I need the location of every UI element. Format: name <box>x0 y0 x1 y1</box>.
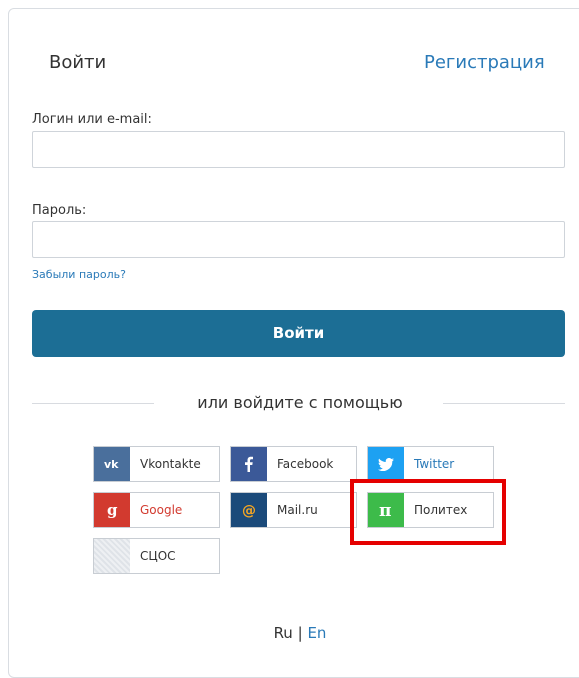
lang-ru[interactable]: Ru <box>274 624 293 642</box>
tab-register[interactable]: Регистрация <box>424 52 545 73</box>
facebook-icon <box>231 447 267 481</box>
scos-label: СЦОС <box>140 549 176 563</box>
login-input[interactable] <box>32 131 565 168</box>
google-button[interactable]: g Google <box>93 492 220 528</box>
twitter-button[interactable]: Twitter <box>367 446 494 482</box>
password-label: Пароль: <box>32 203 87 218</box>
mailru-label: Mail.ru <box>277 503 318 517</box>
login-label: Логин или e-mail: <box>32 112 152 127</box>
scos-icon <box>94 539 130 573</box>
lang-separator: | <box>297 624 303 642</box>
scos-button[interactable]: СЦОС <box>93 538 220 574</box>
svg-text:g: g <box>107 502 118 518</box>
svg-text:@: @ <box>242 503 256 518</box>
vk-icon: vk <box>94 447 130 481</box>
vkontakte-label: Vkontakte <box>140 457 201 471</box>
forgot-password-link[interactable]: Забыли пароль? <box>32 268 126 281</box>
highlight-box <box>350 479 506 545</box>
mailru-button[interactable]: @ Mail.ru <box>230 492 357 528</box>
vkontakte-button[interactable]: vk Vkontakte <box>93 446 220 482</box>
facebook-label: Facebook <box>277 457 334 471</box>
tab-login[interactable]: Войти <box>49 52 106 73</box>
google-icon: g <box>94 493 130 527</box>
login-button[interactable]: Войти <box>32 310 565 357</box>
social-login-heading: или войдите с помощью <box>197 393 403 412</box>
twitter-label: Twitter <box>414 457 455 471</box>
google-label: Google <box>140 503 183 517</box>
facebook-button[interactable]: Facebook <box>230 446 357 482</box>
twitter-icon <box>368 447 404 481</box>
language-switcher: Ru | En <box>0 624 579 642</box>
svg-text:vk: vk <box>104 458 119 470</box>
lang-en[interactable]: En <box>307 624 326 642</box>
password-input[interactable] <box>32 221 565 258</box>
mailru-icon: @ <box>231 493 267 527</box>
